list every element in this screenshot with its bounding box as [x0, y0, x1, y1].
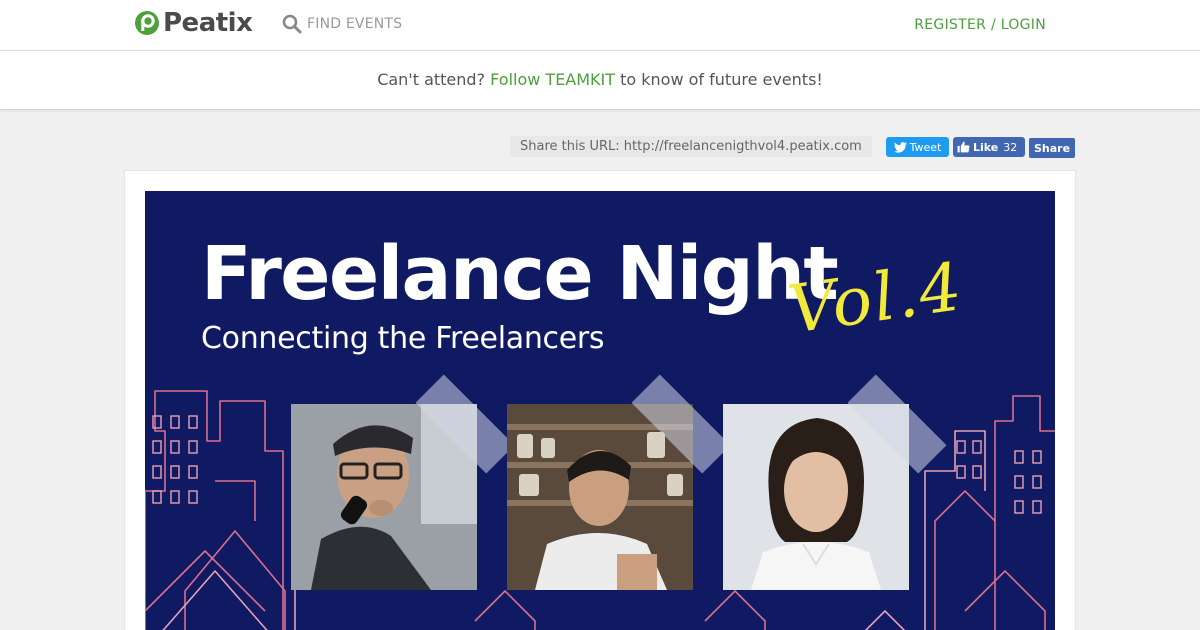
thumbs-up-icon [957, 141, 970, 153]
tweet-label: Tweet [909, 140, 942, 154]
event-banner-image: Freelance Night Connecting the Freelance… [145, 191, 1055, 630]
event-card: Freelance Night Connecting the Freelance… [124, 170, 1076, 630]
search-icon [282, 14, 302, 34]
brand-name: Peatix [163, 8, 253, 38]
find-events-button[interactable]: FIND EVENTS [282, 13, 402, 35]
follow-organizer-link[interactable]: Follow TEAMKIT [490, 70, 615, 89]
banner-title: Freelance Night [201, 231, 839, 317]
banner-subtitle: Connecting the Freelancers [201, 321, 605, 356]
find-events-label: FIND EVENTS [307, 16, 403, 32]
like-count: 32 [1003, 140, 1018, 154]
top-navigation-bar: Peatix FIND EVENTS REGISTER / LOGIN [0, 0, 1200, 51]
share-row: Share this URL: http://freelancenigthvol… [0, 136, 1200, 158]
share-url-field[interactable]: Share this URL: http://freelancenigthvol… [510, 136, 872, 157]
notice-suffix: to know of future events! [620, 70, 823, 89]
follow-notice-text: Can't attend? Follow TEAMKIT to know of … [0, 51, 1200, 109]
like-label: Like [973, 140, 999, 154]
notice-prefix: Can't attend? [377, 70, 486, 89]
twitter-bird-icon [893, 141, 907, 153]
tweet-button[interactable]: Tweet [886, 137, 949, 157]
register-login-link[interactable]: REGISTER / LOGIN [914, 17, 1046, 33]
facebook-like-button[interactable]: Like 32 [953, 137, 1025, 157]
peatix-logo-icon [135, 11, 159, 35]
follow-notice-bar: Can't attend? Follow TEAMKIT to know of … [0, 51, 1200, 110]
peatix-logo[interactable]: Peatix [134, 8, 253, 38]
facebook-share-button[interactable]: Share [1029, 138, 1075, 158]
